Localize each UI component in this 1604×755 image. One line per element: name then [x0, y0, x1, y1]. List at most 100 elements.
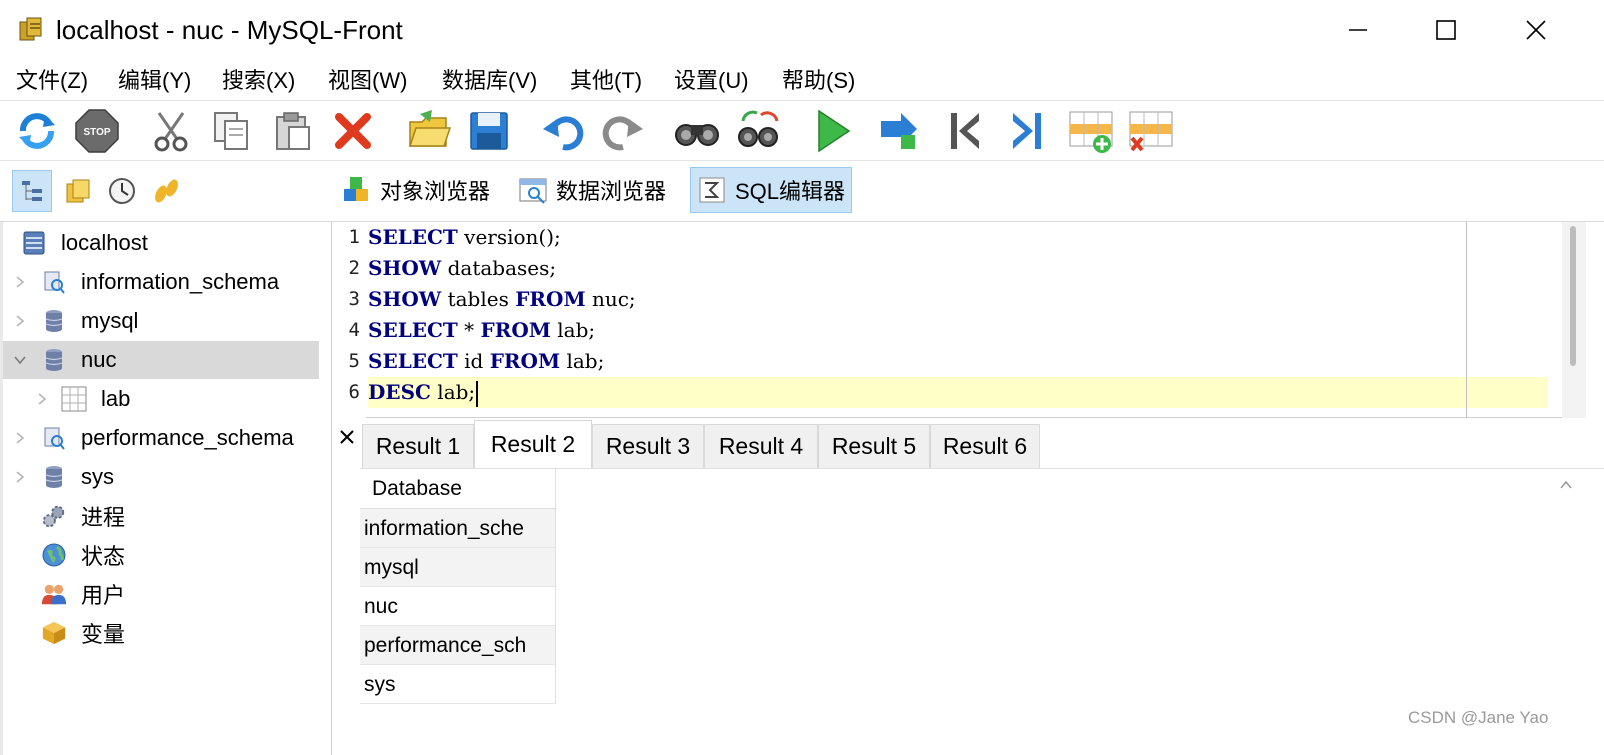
- sql-text: databases;: [441, 256, 557, 280]
- sql-history-icon[interactable]: [146, 170, 186, 212]
- tree-item-mysql[interactable]: mysql: [3, 302, 329, 340]
- line-number: 6: [348, 381, 360, 403]
- scrollbar-thumb[interactable]: [1570, 226, 1576, 366]
- sql-text: *: [457, 318, 481, 342]
- chevron-right-icon[interactable]: [35, 392, 49, 406]
- menu-file[interactable]: 文件(Z): [16, 64, 88, 98]
- open-icon[interactable]: [404, 107, 454, 155]
- sql-text: nuc;: [585, 287, 636, 311]
- run-icon[interactable]: [808, 107, 858, 155]
- close-results-button[interactable]: [334, 424, 360, 450]
- delete-icon[interactable]: [328, 107, 378, 155]
- copy-icon[interactable]: [206, 107, 256, 155]
- tree-item-status[interactable]: 状态: [3, 536, 329, 574]
- undo-icon[interactable]: [538, 107, 588, 155]
- refresh-icon[interactable]: [12, 107, 62, 155]
- server-icon: [21, 230, 47, 256]
- minimize-icon[interactable]: [1312, 0, 1404, 60]
- menu-settings[interactable]: 设置(U): [674, 64, 749, 98]
- editor-scrollbar[interactable]: [1562, 222, 1586, 418]
- menu-view[interactable]: 视图(W): [328, 64, 407, 98]
- tab-object-browser[interactable]: 对象浏览器: [336, 167, 496, 213]
- tab-sql-editor-label: SQL编辑器: [735, 179, 846, 204]
- sql-editor[interactable]: 1 2 3 4 5 6 SELECT version(); SHOW datab…: [332, 222, 1586, 418]
- code-line[interactable]: SHOW databases;: [368, 253, 1548, 284]
- tree-item-nuc[interactable]: nuc: [3, 341, 319, 379]
- paste-icon[interactable]: [268, 107, 318, 155]
- results-scrollbar[interactable]: [1558, 478, 1574, 708]
- tab-sql-editor[interactable]: SQL编辑器: [690, 167, 853, 213]
- chevron-down-icon[interactable]: [13, 353, 27, 367]
- object-browser-icon: [344, 177, 368, 201]
- code-line[interactable]: SELECT * FROM lab;: [368, 315, 1548, 346]
- delete-row-icon[interactable]: [1126, 107, 1176, 155]
- find-icon[interactable]: [672, 107, 722, 155]
- code-line[interactable]: SHOW tables FROM nuc;: [368, 284, 1548, 315]
- code-line[interactable]: SELECT version();: [368, 222, 1548, 253]
- window-title: localhost - nuc - MySQL-Front: [56, 15, 403, 45]
- svg-text:STOP: STOP: [83, 127, 110, 138]
- tab-result-2[interactable]: Result 2: [474, 420, 592, 468]
- replace-icon[interactable]: [734, 107, 784, 155]
- menu-edit[interactable]: 编辑(Y): [118, 64, 191, 98]
- cut-icon[interactable]: [146, 107, 196, 155]
- tab-result-3[interactable]: Result 3: [592, 424, 704, 468]
- line-number: 4: [348, 319, 360, 341]
- sql-keyword: SELECT: [368, 349, 458, 373]
- grid-cell[interactable]: sys: [360, 665, 556, 704]
- code-line[interactable]: SELECT id FROM lab;: [368, 346, 1548, 377]
- close-icon[interactable]: [1490, 0, 1582, 60]
- maximize-icon[interactable]: [1400, 0, 1492, 60]
- code-line-current[interactable]: DESC lab;: [368, 377, 1548, 408]
- tree-item-users[interactable]: 用户: [3, 575, 329, 613]
- tree-item-performance-schema[interactable]: performance_schema: [3, 419, 329, 457]
- sql-keyword: SELECT: [368, 318, 458, 342]
- grid-cell[interactable]: performance_sch: [360, 626, 556, 665]
- redo-icon[interactable]: [598, 107, 648, 155]
- grid-cell[interactable]: information_sche: [360, 509, 556, 548]
- tree-label: information_schema: [81, 269, 280, 294]
- tree-label: nuc: [81, 347, 117, 372]
- bookmarks-icon[interactable]: [58, 170, 98, 212]
- chevron-right-icon[interactable]: [13, 470, 27, 484]
- tree-view-icon[interactable]: [12, 170, 52, 212]
- save-icon[interactable]: [464, 107, 514, 155]
- insert-row-icon[interactable]: [1066, 107, 1116, 155]
- menu-database[interactable]: 数据库(V): [442, 64, 537, 98]
- tree-item-information-schema[interactable]: information_schema: [3, 263, 329, 301]
- tab-result-4[interactable]: Result 4: [704, 424, 818, 468]
- grid-cell[interactable]: mysql: [360, 548, 556, 587]
- history-icon[interactable]: [102, 170, 142, 212]
- tree-item-variables[interactable]: 变量: [3, 614, 329, 652]
- tab-result-1[interactable]: Result 1: [362, 424, 474, 468]
- menu-help[interactable]: 帮助(S): [782, 64, 855, 98]
- tab-data-browser[interactable]: 数据浏览器: [512, 167, 672, 213]
- line-number: 2: [348, 257, 360, 279]
- gears-icon: [41, 503, 67, 529]
- sql-text: tables: [441, 287, 516, 311]
- tree-item-localhost[interactable]: localhost: [3, 224, 329, 262]
- grid-cell[interactable]: nuc: [360, 587, 556, 626]
- tree-label: performance_schema: [81, 425, 294, 450]
- chevron-up-icon[interactable]: [1558, 478, 1574, 492]
- globe-icon: [41, 542, 67, 568]
- chevron-right-icon[interactable]: [13, 431, 27, 445]
- last-icon[interactable]: [1002, 107, 1052, 155]
- sql-keyword: SHOW: [368, 256, 442, 280]
- tab-result-6[interactable]: Result 6: [930, 424, 1040, 468]
- line-number: 1: [348, 226, 360, 248]
- menu-search[interactable]: 搜索(X): [222, 64, 295, 98]
- menu-other[interactable]: 其他(T): [570, 64, 642, 98]
- stop-icon[interactable]: STOP: [72, 107, 122, 155]
- package-icon: [41, 620, 67, 646]
- tree-item-sys[interactable]: sys: [3, 458, 329, 496]
- tab-result-5[interactable]: Result 5: [818, 424, 930, 468]
- tree-item-lab[interactable]: lab: [3, 380, 329, 418]
- chevron-right-icon[interactable]: [13, 275, 27, 289]
- tree-item-processes[interactable]: 进程: [3, 497, 329, 535]
- first-icon[interactable]: [940, 107, 990, 155]
- sql-text: lab;: [550, 318, 596, 342]
- run-selection-icon[interactable]: [874, 107, 924, 155]
- column-header[interactable]: Database: [360, 469, 556, 509]
- chevron-right-icon[interactable]: [13, 314, 27, 328]
